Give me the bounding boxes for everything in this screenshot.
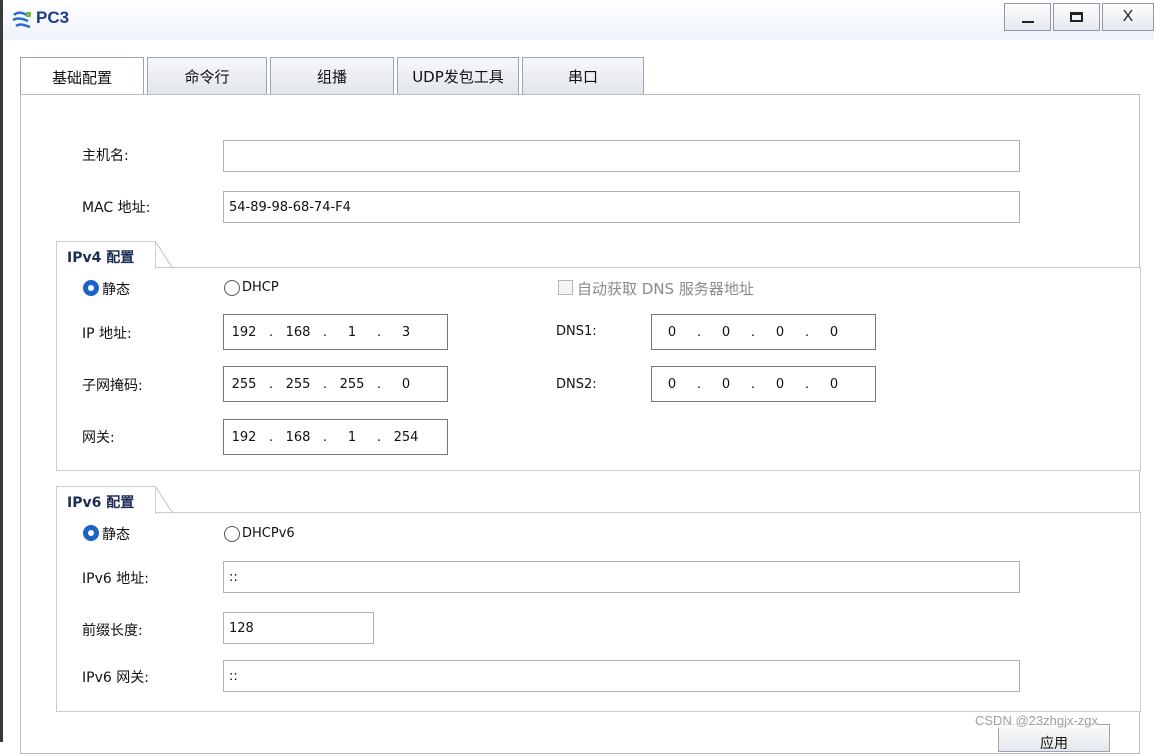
ipv4-dhcp-label: DHCP (242, 280, 279, 295)
tab-label: 组播 (316, 68, 347, 86)
octet: 192 (231, 324, 257, 340)
ipv6-gateway-input[interactable]: :: (223, 660, 1020, 692)
dns1-input[interactable]: 0. 0. 0. 0 (651, 314, 876, 350)
octet: 1 (347, 429, 357, 445)
octet: 0 (401, 376, 411, 392)
hostname-input[interactable] (223, 140, 1020, 172)
mac-label: MAC 地址: (82, 200, 151, 216)
dns2-input[interactable]: 0. 0. 0. 0 (651, 366, 876, 402)
octet-dot: . (804, 324, 810, 340)
ipv6-title-text: IPv6 配置 (67, 495, 135, 511)
title-bar[interactable]: PC3 X (3, 0, 1154, 40)
octet: 255 (339, 376, 365, 392)
octet-dot: . (268, 376, 274, 392)
subnet-mask-label: 子网掩码: (82, 378, 143, 394)
prefix-length-label: 前缀长度: (82, 623, 143, 639)
minimize-button[interactable] (1004, 3, 1051, 31)
octet: 0 (829, 376, 839, 392)
octet: 0 (775, 376, 785, 392)
octet-dot: . (376, 429, 382, 445)
ipv6-gateway-label: IPv6 网关: (82, 670, 149, 686)
tab-slant (155, 241, 173, 269)
tab-serial[interactable]: 串口 (522, 57, 644, 95)
octet-dot: . (376, 324, 382, 340)
tab-label: 命令行 (184, 68, 230, 86)
apply-label: 应用 (1040, 736, 1068, 752)
window-left-border (0, 0, 3, 742)
octet: 255 (285, 376, 311, 392)
auto-dns-checkbox (558, 280, 573, 295)
ipv6-dhcpv6-radio[interactable] (224, 526, 240, 542)
ipv4-dhcp-radio[interactable] (224, 280, 240, 296)
close-button[interactable]: X (1102, 3, 1154, 31)
octet: 1 (347, 324, 357, 340)
subnet-mask-input[interactable]: 255. 255. 255. 0 (223, 366, 448, 402)
octet-dot: . (696, 376, 702, 392)
hostname-label: 主机名: (82, 148, 129, 164)
pc3-config-window: PC3 X 基础配置 命令行 组播 UDP发包工具 串口 主机名: MAC 地址… (0, 0, 1154, 754)
octet-dot: . (268, 429, 274, 445)
octet: 3 (401, 324, 411, 340)
minimize-icon (1021, 21, 1034, 23)
ipv6-group-title: IPv6 配置 (56, 486, 173, 514)
octet: 0 (667, 324, 677, 340)
octet-dot: . (268, 324, 274, 340)
tab-basic-config[interactable]: 基础配置 (20, 57, 144, 97)
ipv6-address-label: IPv6 地址: (82, 571, 149, 587)
ip-address-input[interactable]: 192. 168. 1. 3 (223, 314, 448, 350)
octet: 168 (285, 429, 311, 445)
gateway-input[interactable]: 192. 168. 1. 254 (223, 419, 448, 455)
octet: 0 (829, 324, 839, 340)
ipv6-static-radio[interactable] (83, 525, 99, 541)
tab-slant (155, 486, 173, 514)
ipv6-address-input[interactable]: :: (223, 561, 1020, 593)
tab-udp-tool[interactable]: UDP发包工具 (397, 57, 519, 95)
mac-address-field[interactable]: 54-89-98-68-74-F4 (223, 191, 1020, 223)
pc-app-icon (12, 11, 31, 29)
dns1-label: DNS1: (556, 324, 597, 339)
octet-dot: . (696, 324, 702, 340)
octet: 192 (231, 429, 257, 445)
octet-dot: . (322, 376, 328, 392)
octet: 0 (775, 324, 785, 340)
watermark: CSDN @23zhgjx-zgx (975, 713, 1099, 728)
ipv4-static-radio[interactable] (83, 280, 99, 296)
ipv4-group-title: IPv4 配置 (56, 241, 173, 269)
tab-command-line[interactable]: 命令行 (147, 57, 267, 95)
ipv4-static-label: 静态 (102, 282, 130, 298)
tab-label: UDP发包工具 (412, 68, 504, 86)
window-title: PC3 (36, 8, 70, 27)
octet: 254 (393, 429, 419, 445)
maximize-icon (1070, 12, 1083, 22)
gateway-label: 网关: (82, 430, 115, 446)
octet: 255 (231, 376, 257, 392)
octet: 0 (667, 376, 677, 392)
tab-multicast[interactable]: 组播 (270, 57, 394, 95)
octet-dot: . (750, 324, 756, 340)
dns2-label: DNS2: (556, 377, 597, 392)
ip-address-label: IP 地址: (82, 326, 132, 342)
octet-dot: . (376, 376, 382, 392)
octet-dot: . (322, 324, 328, 340)
ipv6-static-label: 静态 (102, 527, 130, 543)
octet-dot: . (804, 376, 810, 392)
tab-label: 基础配置 (51, 69, 112, 87)
prefix-length-input[interactable]: 128 (223, 612, 374, 644)
ipv6-dhcpv6-label: DHCPv6 (242, 526, 295, 541)
maximize-button[interactable] (1053, 3, 1100, 31)
auto-dns-label: 自动获取 DNS 服务器地址 (577, 280, 754, 298)
close-icon: X (1122, 8, 1134, 25)
tab-label: 串口 (567, 68, 598, 86)
octet: 0 (721, 376, 731, 392)
tab-bar: 基础配置 命令行 组播 UDP发包工具 串口 (20, 57, 647, 97)
ipv4-title-text: IPv4 配置 (67, 250, 135, 266)
octet-dot: . (322, 429, 328, 445)
window-controls: X (1002, 3, 1154, 31)
octet: 168 (285, 324, 311, 340)
apply-button[interactable]: 应用 (998, 724, 1110, 752)
octet: 0 (721, 324, 731, 340)
octet-dot: . (750, 376, 756, 392)
